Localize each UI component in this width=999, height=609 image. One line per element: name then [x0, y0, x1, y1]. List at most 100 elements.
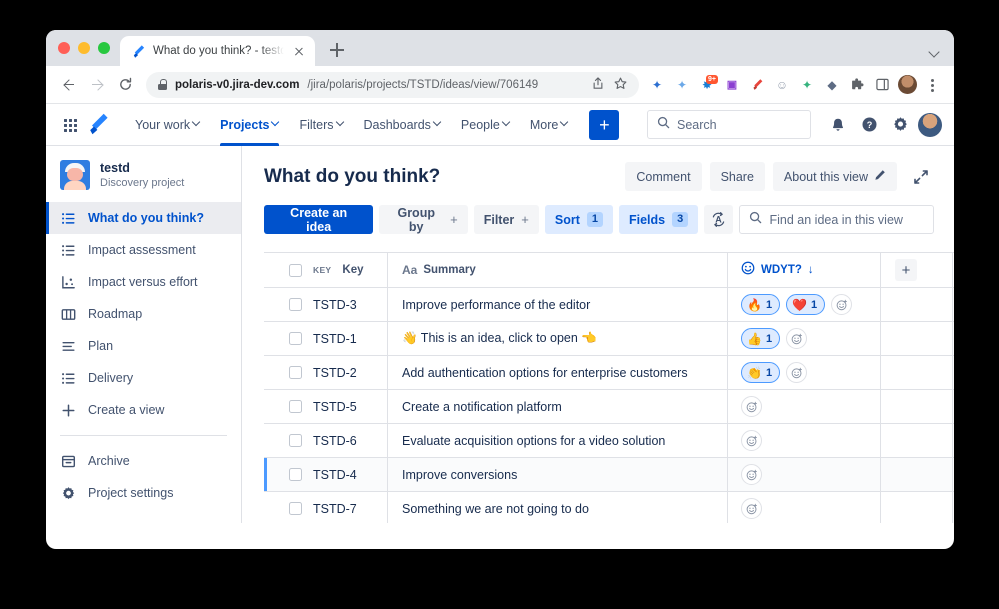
jira-logo-icon[interactable]: [86, 112, 112, 138]
reaction-chip[interactable]: 👍 1: [741, 328, 781, 349]
nav-link-dashboards[interactable]: Dashboards: [355, 104, 450, 146]
sidebar-item-project-settings[interactable]: Project settings: [46, 477, 241, 509]
sparkle-light-icon[interactable]: ✦: [670, 73, 694, 97]
sparkle-blue-icon[interactable]: ✦: [645, 73, 669, 97]
add-column-button[interactable]: +: [895, 259, 917, 281]
nav-link-your-work[interactable]: Your work: [126, 104, 209, 146]
add-reaction-icon[interactable]: [786, 328, 808, 349]
project-header[interactable]: testd Discovery project: [46, 156, 241, 202]
add-reaction-icon[interactable]: [786, 362, 808, 383]
sort-button[interactable]: Sort 1: [544, 205, 613, 234]
column-header-summary[interactable]: Aa Summary: [388, 253, 728, 287]
sidebar-item-create-a-view[interactable]: Create a view: [46, 394, 241, 426]
table-row[interactable]: TSTD-2 Add authentication options for ent…: [264, 356, 954, 390]
table-row[interactable]: TSTD-6 Evaluate acquisition options for a…: [264, 424, 954, 458]
cell-summary[interactable]: 👋 This is an idea, click to open 👈: [388, 322, 728, 355]
sidepanel-icon[interactable]: [870, 73, 894, 97]
cell-summary[interactable]: Something we are not going to do: [388, 492, 728, 523]
table-row[interactable]: TSTD-7 Something we are not going to do: [264, 492, 954, 523]
sidebar-item-what-do-you-think[interactable]: What do you think?: [46, 202, 241, 234]
row-checkbox[interactable]: [289, 400, 302, 413]
sidebar-item-plan[interactable]: Plan: [46, 330, 241, 362]
app-switcher-icon[interactable]: [58, 113, 82, 137]
close-window-button[interactable]: [58, 42, 70, 54]
browser-tab[interactable]: What do you think? - testd - Jira: [120, 36, 315, 66]
share-button[interactable]: Share: [709, 162, 765, 191]
sidebar-item-delivery[interactable]: Delivery: [46, 362, 241, 394]
chevron-down-icon[interactable]: [930, 47, 940, 57]
cell-summary[interactable]: Add authentication options for enterpris…: [388, 356, 728, 389]
sparkle-green-icon[interactable]: ✦: [795, 73, 819, 97]
cell-summary[interactable]: Improve performance of the editor: [388, 288, 728, 321]
nav-link-filters[interactable]: Filters: [290, 104, 352, 146]
bitwarden-icon[interactable]: ▣: [720, 73, 744, 97]
table-row[interactable]: TSTD-1 👋 This is an idea, click to open 👈…: [264, 322, 954, 356]
add-reaction-icon[interactable]: [741, 430, 762, 451]
sidebar-item-roadmap[interactable]: Roadmap: [46, 298, 241, 330]
issue-key: TSTD-5: [313, 399, 357, 414]
help-icon[interactable]: ?: [856, 112, 882, 138]
address-bar[interactable]: polaris-v0.jira-dev.com /jira/polaris/pr…: [146, 71, 639, 98]
add-reaction-icon[interactable]: [741, 498, 762, 519]
row-checkbox[interactable]: [289, 502, 302, 515]
emoji-face-icon[interactable]: ☺: [770, 73, 794, 97]
select-all-checkbox[interactable]: [289, 263, 302, 277]
create-button[interactable]: +: [589, 109, 620, 140]
search-input[interactable]: Search: [647, 110, 811, 139]
sidebar-item-archive[interactable]: Archive: [46, 445, 241, 477]
kebab-menu-icon[interactable]: [920, 73, 944, 97]
group-by-button[interactable]: Group by +: [379, 205, 468, 234]
forward-arrow-icon[interactable]: [84, 72, 110, 98]
maximize-window-button[interactable]: [98, 42, 110, 54]
column-header-key[interactable]: KEY Key: [264, 253, 388, 287]
add-reaction-icon[interactable]: [741, 396, 762, 417]
filter-button[interactable]: Filter +: [473, 205, 539, 234]
new-tab-icon[interactable]: [323, 36, 351, 64]
star-icon[interactable]: [614, 77, 627, 93]
fields-button[interactable]: Fields 3: [619, 205, 699, 234]
back-arrow-icon[interactable]: [56, 72, 82, 98]
reaction-chip[interactable]: 👏 1: [741, 362, 781, 383]
notifications-icon[interactable]: [825, 112, 851, 138]
minimize-window-button[interactable]: [78, 42, 90, 54]
cell-key: TSTD-4: [264, 458, 388, 491]
expand-icon[interactable]: [908, 164, 934, 190]
settings-icon[interactable]: [887, 112, 913, 138]
row-checkbox[interactable]: [289, 468, 302, 481]
about-this-view-button[interactable]: About this view: [772, 162, 897, 191]
column-header-wdyt[interactable]: WDYT? ↓: [728, 253, 881, 287]
close-icon[interactable]: [291, 43, 307, 59]
row-checkbox[interactable]: [289, 434, 302, 447]
user-avatar[interactable]: [918, 112, 942, 137]
sidebar-item-impact-versus-effort[interactable]: Impact versus effort: [46, 266, 241, 298]
burst-icon[interactable]: ✸ 9+: [695, 73, 719, 97]
share-icon[interactable]: [592, 76, 604, 93]
table-row[interactable]: TSTD-4 Improve conversions: [264, 458, 954, 492]
puzzle-icon[interactable]: [845, 73, 869, 97]
row-checkbox[interactable]: [289, 298, 302, 311]
reload-icon[interactable]: [112, 72, 138, 98]
find-idea-input[interactable]: Find an idea in this view: [738, 205, 934, 234]
auto-sort-icon[interactable]: A: [704, 205, 733, 234]
sidebar-item-impact-assessment[interactable]: Impact assessment: [46, 234, 241, 266]
add-reaction-icon[interactable]: [831, 294, 853, 315]
nav-link-people[interactable]: People: [452, 104, 519, 146]
reaction-chip[interactable]: ❤️ 1: [786, 294, 826, 315]
comment-button[interactable]: Comment: [625, 162, 702, 191]
jira-extension-icon[interactable]: [745, 73, 769, 97]
row-checkbox[interactable]: [289, 332, 302, 345]
cell-summary[interactable]: Evaluate acquisition options for a video…: [388, 424, 728, 457]
nav-link-more[interactable]: More: [521, 104, 577, 146]
row-checkbox[interactable]: [289, 366, 302, 379]
table-row[interactable]: TSTD-5 Create a notification platform: [264, 390, 954, 424]
box-icon[interactable]: ◆: [820, 73, 844, 97]
cell-summary[interactable]: Improve conversions: [388, 458, 728, 491]
add-reaction-icon[interactable]: [741, 464, 762, 485]
nav-link-projects[interactable]: Projects: [211, 104, 288, 146]
reaction-chip[interactable]: 🔥 1: [741, 294, 781, 315]
table-row[interactable]: TSTD-3 Improve performance of the editor 🔥…: [264, 288, 954, 322]
cell-summary[interactable]: Create a notification platform: [388, 390, 728, 423]
create-an-idea-button[interactable]: Create an idea: [264, 205, 374, 234]
sidebar-item-label: Roadmap: [88, 307, 143, 321]
profile-avatar[interactable]: [895, 73, 919, 97]
